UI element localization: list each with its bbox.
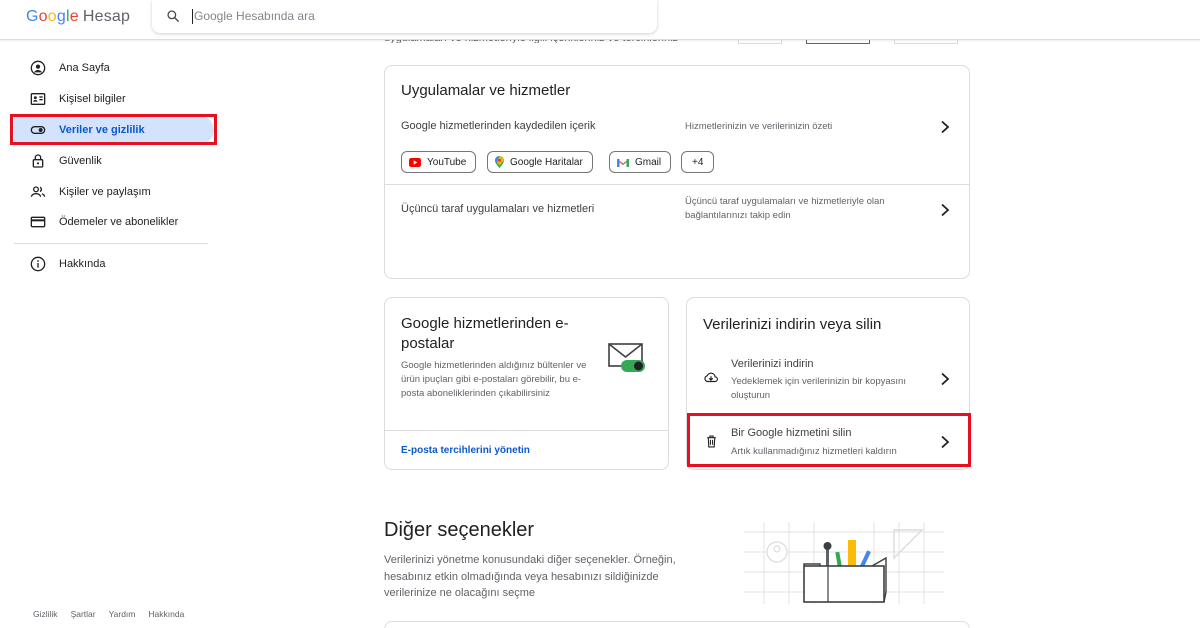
sidebar-item-home[interactable]: Ana Sayfa [14,54,214,82]
credit-card-icon [30,214,46,230]
top-bar: Google Hesap Google Hesabında ara [0,0,1200,40]
chip-label: +4 [692,156,704,168]
search-input[interactable]: Google Hesabında ara [192,9,315,24]
footer-link-terms[interactable]: Şartlar [71,609,96,619]
emails-card-title: Google hizmetlerinden e-postalar [401,315,569,352]
footer-link-about[interactable]: Hakkında [148,609,184,619]
sidebar-divider [14,243,208,244]
saved-content-row[interactable]: Google hizmetlerinden kaydedilen içerik … [385,112,969,184]
sidebar-item-payments[interactable]: Ödemeler ve abonelikler [14,208,214,236]
sidebar-item-label: Ana Sayfa [59,62,110,74]
logo-letter: g [56,8,66,25]
emails-card-desc: Google hizmetlerinden aldığınız bültenle… [401,360,587,399]
other-options-desc: Verilerinizi yönetme konusundaki diğer s… [384,554,676,599]
third-party-label: Üçüncü taraf uygulamaları ve hizmetleri [401,203,595,215]
search-bar[interactable]: Google Hesabında ara [152,0,657,33]
id-card-icon [30,91,46,107]
chip-label: Google Haritalar [510,156,583,168]
search-icon [167,10,179,22]
sidebar-item-label: Kişiler ve paylaşım [59,186,151,198]
chevron-right-icon [941,120,950,134]
sidebar-item-about[interactable]: Hakkında [14,250,214,278]
logo-letter: o [47,8,57,25]
sidebar-item-label: Kişisel bilgiler [59,93,126,105]
chip-gmail[interactable]: Gmail [609,151,672,173]
footer-link-help[interactable]: Yardım [109,609,136,619]
sidebar-item-security[interactable]: Güvenlik [14,147,214,175]
next-card-partial [384,621,970,628]
saved-content-desc: Hizmetlerinizin ve verilerinizin özeti [685,121,833,132]
sidebar-item-label: Ödemeler ve abonelikler [59,216,179,228]
footer-link-privacy[interactable]: Gizlilik [33,609,58,619]
divider [385,430,668,431]
home-account-icon [30,60,46,76]
people-icon [30,184,46,200]
manage-email-prefs-link[interactable]: E-posta tercihlerini yönetin [401,445,530,456]
scrolled-box [894,40,958,44]
highlight-box [687,413,971,467]
chip-youtube[interactable]: YouTube [401,151,477,173]
scrolled-box [738,40,782,44]
sidebar-item-label: Güvenlik [59,155,102,167]
chevron-right-icon [941,372,950,386]
apps-card-title: Uygulamalar ve hizmetler [401,82,571,99]
other-options-title: Diğer seçenekler [384,519,535,541]
download-data-label: Verilerinizi indirin [731,358,814,370]
download-delete-title: Verilerinizi indirin veya silin [703,316,882,333]
download-data-row[interactable]: Verilerinizi indirin Yedeklemek için ver… [687,350,969,410]
chip-label: YouTube [427,156,467,168]
lock-icon [30,153,46,169]
cloud-download-icon [704,372,718,383]
chip-google-maps[interactable]: Google Haritalar [487,151,593,173]
logo-letter: o [38,8,48,25]
third-party-desc: Üçüncü taraf uygulamaları ve hizmetleriy… [685,196,885,221]
info-icon [30,256,46,272]
footer-links: Gizlilik Şartlar Yardım Hakkında [33,609,184,619]
google-account-logo[interactable]: Google Hesap [26,8,130,26]
highlight-box [10,114,217,145]
chip-more[interactable]: +4 [681,151,715,173]
third-party-row[interactable]: Üçüncü taraf uygulamaları ve hizmetleri … [385,185,969,255]
chevron-right-icon [941,203,950,217]
logo-product-name: Hesap [82,8,131,25]
email-toggle-illustration [608,343,645,372]
toolbox-illustration [744,522,944,604]
maps-pin-icon [495,156,504,168]
logo-letter: G [26,8,39,25]
download-data-desc: Yedeklemek için verilerinizin bir kopyas… [731,376,906,401]
youtube-icon [409,157,421,167]
sidebar-item-personal-info[interactable]: Kişisel bilgiler [14,85,214,113]
chip-label: Gmail [635,156,662,168]
sidebar-item-people-sharing[interactable]: Kişiler ve paylaşım [14,178,214,206]
logo-letter: e [69,8,79,25]
saved-content-label: Google hizmetlerinden kaydedilen içerik [401,120,596,132]
sidebar-item-label: Hakkında [59,258,106,270]
gmail-icon [617,158,629,167]
scrolled-box [806,40,870,44]
